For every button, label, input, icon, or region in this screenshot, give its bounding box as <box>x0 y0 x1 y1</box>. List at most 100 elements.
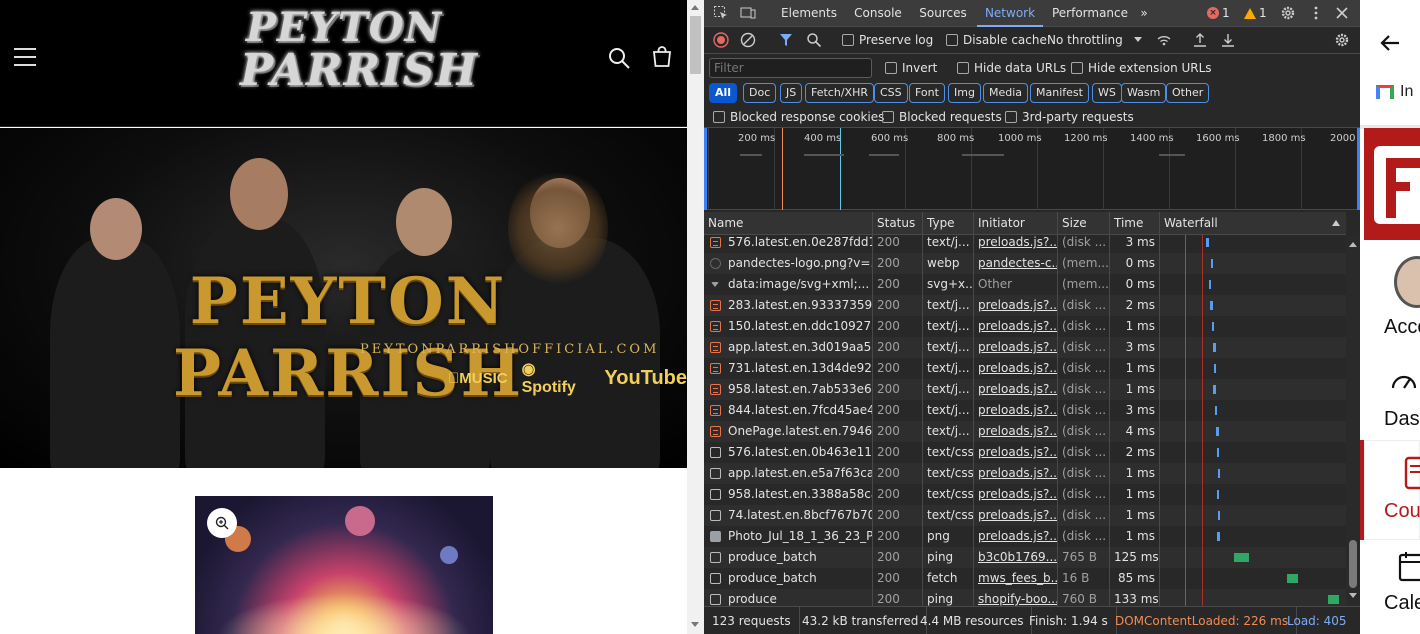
blocked-cookies-option[interactable]: Blocked response cookies <box>713 110 884 124</box>
table-row[interactable]: 958.latest.en.3388a58cac...200text/csspr… <box>704 484 1346 505</box>
tab-network[interactable]: Network <box>977 0 1043 27</box>
settings-gear-icon[interactable] <box>1280 5 1296 21</box>
product-image[interactable] <box>195 496 493 634</box>
tab-sources[interactable]: Sources <box>912 0 974 27</box>
tab-console[interactable]: Console <box>846 0 910 27</box>
request-initiator[interactable]: preloads.js?... <box>974 421 1058 442</box>
courses-nav-item[interactable]: Cou <box>1360 440 1420 540</box>
more-tabs-button[interactable]: » <box>1134 0 1154 27</box>
tab-elements[interactable]: Elements <box>774 0 844 27</box>
column-name[interactable]: Name <box>704 212 873 235</box>
request-initiator[interactable]: b3c0b1769... <box>974 547 1058 568</box>
third-party-checkbox[interactable] <box>1005 111 1017 123</box>
table-row[interactable]: data:image/svg+xml;... 200 svg+x... Other (m… <box>704 274 1346 295</box>
table-row[interactable]: 283.latest.en.93337359c...200text/j...pr… <box>704 295 1346 316</box>
hide-data-urls-option[interactable]: Hide data URLs <box>957 61 1066 75</box>
scroll-up-arrow-icon[interactable] <box>691 5 699 10</box>
type-filter-img[interactable]: Img <box>948 83 981 103</box>
type-filter-other[interactable]: Other <box>1166 83 1210 103</box>
table-row[interactable]: app.latest.en.3d019aa5d...200text/j...pr… <box>704 337 1346 358</box>
search-icon[interactable] <box>607 46 631 70</box>
gmail-link[interactable]: In <box>1376 83 1413 101</box>
type-filter-ws[interactable]: WS <box>1092 83 1122 103</box>
accounts-label[interactable]: Acco <box>1384 316 1420 339</box>
table-row[interactable]: app.latest.en.e5a7f63ca1...200text/csspr… <box>704 463 1346 484</box>
import-har-icon[interactable] <box>1192 32 1208 48</box>
invert-option[interactable]: Invert <box>885 61 937 75</box>
network-conditions-icon[interactable] <box>1156 32 1172 48</box>
request-initiator[interactable]: mws_fees_b... <box>974 568 1058 589</box>
invert-checkbox[interactable] <box>885 62 897 74</box>
hide-data-urls-checkbox[interactable] <box>957 62 969 74</box>
table-row[interactable]: Photo_Jul_18_1_36_23_P... 200 png preloads.… <box>704 526 1346 547</box>
table-row[interactable]: 844.latest.en.7fcd45ae44...200text/j...p… <box>704 400 1346 421</box>
kebab-menu-icon[interactable] <box>1308 5 1324 21</box>
third-party-option[interactable]: 3rd-party requests <box>1005 110 1134 124</box>
column-time[interactable]: Time <box>1110 212 1160 235</box>
close-devtools-icon[interactable] <box>1334 5 1350 21</box>
scroll-thumb[interactable] <box>1349 540 1357 588</box>
table-row[interactable]: produce 200 ping shopify-boo... 760 B 133 ms <box>704 589 1346 606</box>
type-filter-media[interactable]: Media <box>983 83 1029 103</box>
request-initiator[interactable]: preloads.js?... <box>974 358 1058 379</box>
scroll-up-arrow-icon[interactable] <box>1349 242 1357 247</box>
calendar-label[interactable]: Cale <box>1384 592 1420 615</box>
table-row[interactable]: OnePage.latest.en.7946c...200text/j...pr… <box>704 421 1346 442</box>
table-row[interactable]: 731.latest.en.13d4de92b...200text/j...pr… <box>704 358 1346 379</box>
type-filter-all[interactable]: All <box>709 83 738 103</box>
disable-cache-checkbox[interactable] <box>946 34 958 46</box>
table-row[interactable]: 576.latest.en.0e287fdd15...200text/j...p… <box>704 235 1346 253</box>
hamburger-menu-icon[interactable] <box>14 48 36 66</box>
filter-funnel-icon[interactable] <box>778 32 794 48</box>
table-row[interactable]: produce_batch 200 ping b3c0b1769... 765 B 125… <box>704 547 1346 568</box>
tab-performance[interactable]: Performance <box>1048 0 1132 27</box>
table-row[interactable]: 576.latest.en.0b463e113...200text/csspre… <box>704 442 1346 463</box>
request-initiator[interactable]: preloads.js?... <box>974 235 1058 253</box>
network-settings-icon[interactable] <box>1334 32 1350 48</box>
hide-extension-urls-option[interactable]: Hide extension URLs <box>1071 61 1212 75</box>
type-filter-manifest[interactable]: Manifest <box>1030 83 1089 103</box>
cart-icon[interactable] <box>650 45 674 69</box>
overview-left-handle[interactable] <box>704 128 707 210</box>
column-type[interactable]: Type <box>923 212 974 235</box>
hide-extension-urls-checkbox[interactable] <box>1071 62 1083 74</box>
search-icon[interactable] <box>806 32 822 48</box>
table-scrollbar[interactable] <box>1346 235 1360 606</box>
table-row[interactable]: produce_batch 200 fetch mws_fees_b... 16 B 85… <box>704 568 1346 589</box>
request-initiator[interactable]: preloads.js?... <box>974 442 1058 463</box>
column-status[interactable]: Status <box>873 212 923 235</box>
disable-cache-option[interactable]: Disable cache <box>946 33 1047 47</box>
request-initiator[interactable]: preloads.js?... <box>974 505 1058 526</box>
zoom-icon[interactable] <box>207 508 237 538</box>
type-filter-font[interactable]: Font <box>909 83 945 103</box>
request-initiator[interactable]: preloads.js?... <box>974 400 1058 421</box>
request-initiator[interactable]: preloads.js?... <box>974 526 1058 547</box>
column-initiator[interactable]: Initiator <box>974 212 1058 235</box>
request-initiator[interactable]: preloads.js?... <box>974 379 1058 400</box>
filter-input[interactable] <box>709 58 872 78</box>
request-initiator[interactable]: preloads.js?... <box>974 316 1058 337</box>
error-count-badge[interactable]: × 1 <box>1207 6 1230 20</box>
type-filter-wasm[interactable]: Wasm <box>1121 83 1167 103</box>
scroll-down-arrow-icon[interactable] <box>691 622 699 627</box>
blocked-requests-checkbox[interactable] <box>882 111 894 123</box>
request-initiator[interactable]: pandectes-c... <box>974 253 1058 274</box>
dashboard-label[interactable]: Dash <box>1384 408 1420 431</box>
throttling-select[interactable]: No throttling <box>1047 33 1142 47</box>
request-initiator[interactable]: shopify-boo... <box>974 589 1058 606</box>
blocked-cookies-checkbox[interactable] <box>713 111 725 123</box>
site-logo[interactable]: PEYTON PARRISH <box>240 0 477 122</box>
scroll-thumb[interactable] <box>690 16 701 74</box>
request-initiator[interactable]: preloads.js?... <box>974 337 1058 358</box>
request-initiator[interactable]: preloads.js?... <box>974 463 1058 484</box>
table-row[interactable]: 958.latest.en.7ab533e6b...200text/j...pr… <box>704 379 1346 400</box>
warning-count-badge[interactable]: 1 <box>1244 6 1267 20</box>
type-filter-css[interactable]: CSS <box>874 83 908 103</box>
blocked-requests-option[interactable]: Blocked requests <box>882 110 1002 124</box>
type-filter-js[interactable]: JS <box>780 83 803 103</box>
avatar[interactable] <box>1394 256 1420 308</box>
request-initiator[interactable]: preloads.js?... <box>974 295 1058 316</box>
column-size[interactable]: Size <box>1058 212 1110 235</box>
device-toolbar-icon[interactable] <box>740 5 756 21</box>
column-waterfall[interactable]: Waterfall <box>1160 212 1346 235</box>
